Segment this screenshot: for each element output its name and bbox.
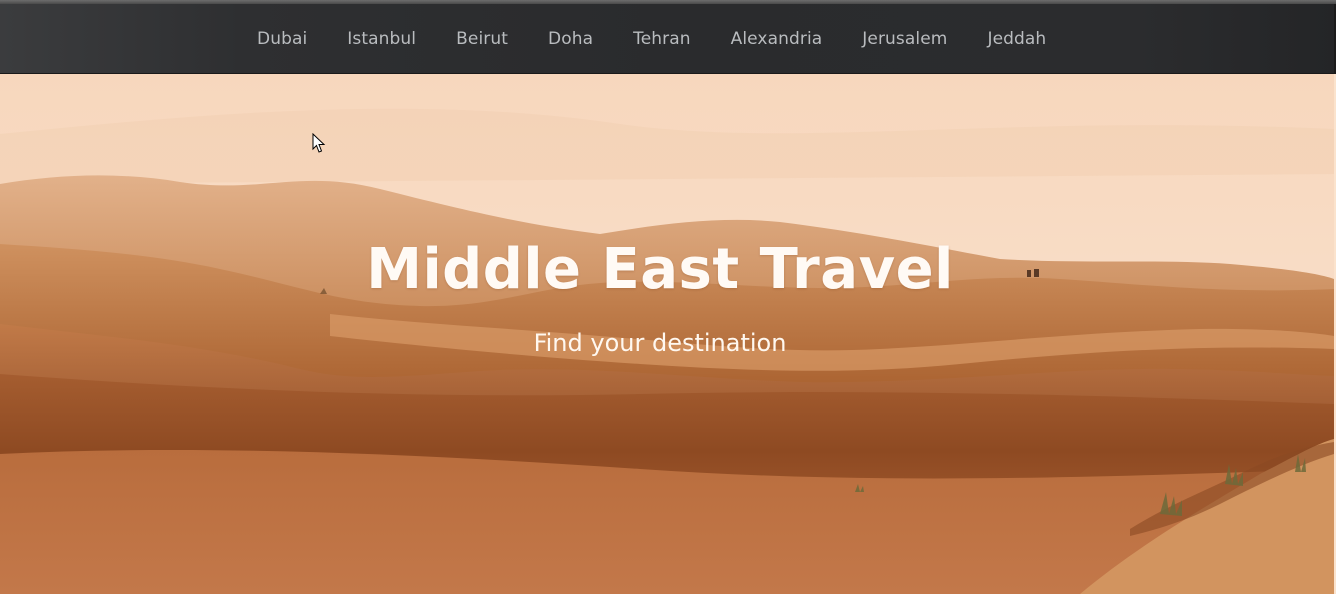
- nav-link-alexandria[interactable]: Alexandria: [711, 4, 843, 74]
- nav-link-tehran[interactable]: Tehran: [613, 4, 711, 74]
- nav-link-istanbul[interactable]: Istanbul: [327, 4, 436, 74]
- nav-menu: Dubai Istanbul Beirut Doha Tehran Alexan…: [237, 4, 1066, 74]
- page: Dubai Istanbul Beirut Doha Tehran Alexan…: [0, 0, 1336, 594]
- nav-link-dubai[interactable]: Dubai: [237, 4, 327, 74]
- hero-title: Middle East Travel: [366, 237, 954, 302]
- nav-link-doha[interactable]: Doha: [528, 4, 613, 74]
- nav-link-jeddah[interactable]: Jeddah: [967, 4, 1066, 74]
- hero-banner: Middle East Travel Find your destination: [0, 74, 1334, 594]
- nav-link-jerusalem[interactable]: Jerusalem: [842, 4, 967, 74]
- nav-link-beirut[interactable]: Beirut: [436, 4, 528, 74]
- hero-subtitle: Find your destination: [533, 329, 787, 357]
- mouse-pointer-icon: [312, 133, 326, 153]
- top-navbar: Dubai Istanbul Beirut Doha Tehran Alexan…: [0, 4, 1336, 74]
